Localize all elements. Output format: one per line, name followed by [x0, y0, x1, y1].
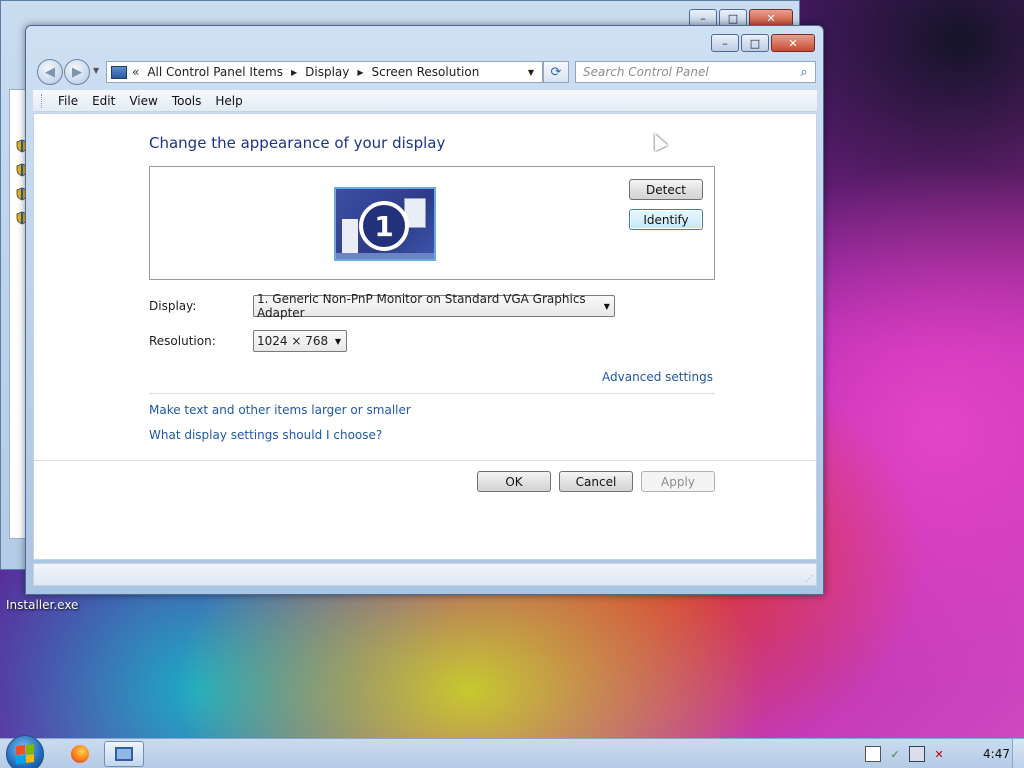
volume-muted-icon[interactable]: ✕ — [931, 746, 947, 762]
menu-view[interactable]: View — [124, 94, 162, 108]
advanced-settings-link[interactable]: Advanced settings — [602, 370, 713, 384]
breadcrumb-screen-resolution[interactable]: Screen Resolution — [372, 65, 480, 79]
chevron-down-icon[interactable]: ▼ — [330, 337, 346, 346]
taskbar-firefox[interactable] — [60, 741, 100, 767]
display-help-link[interactable]: What display settings should I choose? — [149, 428, 382, 442]
windows-logo-icon — [16, 744, 34, 764]
arrow-left-icon: ◀ — [45, 64, 55, 80]
monitor-number-badge: 1 — [359, 201, 409, 251]
desktop-icon-label[interactable]: Installer.exe — [6, 598, 78, 612]
detect-button[interactable]: Detect — [629, 179, 703, 200]
taskbar: ✓ ✕ 4:47 — [0, 735, 1024, 768]
content-pane: Change the appearance of your display 1 … — [33, 113, 817, 560]
ok-button[interactable]: OK — [477, 471, 551, 492]
breadcrumb-display[interactable]: Display — [305, 65, 349, 79]
refresh-icon: ⟳ — [550, 64, 562, 80]
menu-bar: File Edit View Tools Help — [33, 90, 817, 112]
display-select[interactable]: 1. Generic Non-PnP Monitor on Standard V… — [253, 292, 615, 320]
monitor-1-thumbnail[interactable]: 1 — [334, 187, 436, 261]
resolution-select-value: 1024 × 768 — [257, 334, 329, 348]
taskbar-display-settings[interactable] — [104, 741, 144, 767]
resolution-select[interactable]: 1024 × 768 ▼ — [253, 330, 347, 352]
firefox-icon — [71, 745, 89, 763]
action-center-icon[interactable] — [865, 746, 882, 762]
clock[interactable]: 4:47 — [983, 747, 1010, 761]
cancel-button[interactable]: Cancel — [559, 471, 633, 492]
text-size-link[interactable]: Make text and other items larger or smal… — [149, 403, 411, 417]
menu-tools[interactable]: Tools — [167, 94, 207, 108]
apply-button[interactable]: Apply — [641, 471, 715, 492]
address-bar[interactable]: « All Control Panel Items ▶ Display ▶ Sc… — [106, 61, 543, 83]
address-overflow-chevron[interactable]: « — [132, 65, 139, 79]
menu-file[interactable]: File — [53, 94, 83, 108]
divider — [34, 460, 816, 461]
close-button[interactable]: ✕ — [771, 34, 815, 52]
search-input[interactable] — [583, 65, 793, 79]
breadcrumb-all-control-panel-items[interactable]: All Control Panel Items — [147, 65, 283, 79]
system-tray: ✓ ✕ 4:47 — [865, 739, 1024, 768]
identify-button[interactable]: Identify — [629, 209, 703, 230]
arrow-right-icon: ▶ — [72, 64, 82, 80]
show-desktop-button[interactable] — [1012, 739, 1024, 768]
start-button[interactable] — [6, 735, 44, 768]
menu-edit[interactable]: Edit — [87, 94, 120, 108]
search-box[interactable]: ⌕ — [575, 61, 816, 83]
maximize-button[interactable]: □ — [741, 34, 769, 52]
resize-grip-icon[interactable]: ⋰ — [805, 574, 813, 583]
menu-grip — [41, 93, 44, 108]
network-icon[interactable] — [909, 746, 926, 762]
page-title: Change the appearance of your display — [149, 134, 446, 152]
menu-help[interactable]: Help — [210, 94, 247, 108]
divider — [149, 393, 715, 394]
monitor-preview-area: 1 Detect Identify — [149, 166, 715, 280]
minimize-button[interactable]: – — [711, 34, 739, 52]
display-select-value: 1. Generic Non-PnP Monitor on Standard V… — [257, 292, 586, 320]
breadcrumb-separator-icon[interactable]: ▶ — [357, 68, 363, 77]
breadcrumb-separator-icon[interactable]: ▶ — [291, 68, 297, 77]
chevron-down-icon[interactable]: ▼ — [600, 302, 614, 311]
address-dropdown-icon[interactable]: ▼ — [528, 68, 534, 77]
display-label: Display: — [149, 299, 197, 313]
search-icon[interactable]: ⌕ — [793, 65, 815, 80]
screen-resolution-window: – □ ✕ ◀ ▶ ▼ « All Control Panel Items ▶ … — [25, 25, 824, 595]
security-shield-icon[interactable]: ✓ — [887, 746, 903, 762]
recent-pages-dropdown[interactable]: ▼ — [93, 66, 99, 75]
back-button[interactable]: ◀ — [37, 59, 63, 85]
resolution-label: Resolution: — [149, 334, 216, 348]
status-bar: ⋰ — [33, 563, 817, 586]
control-panel-icon — [111, 65, 127, 79]
display-settings-icon — [115, 747, 133, 761]
refresh-button[interactable]: ⟳ — [543, 61, 569, 83]
window-caption-buttons: – □ ✕ — [711, 34, 815, 52]
forward-button[interactable]: ▶ — [64, 59, 90, 85]
